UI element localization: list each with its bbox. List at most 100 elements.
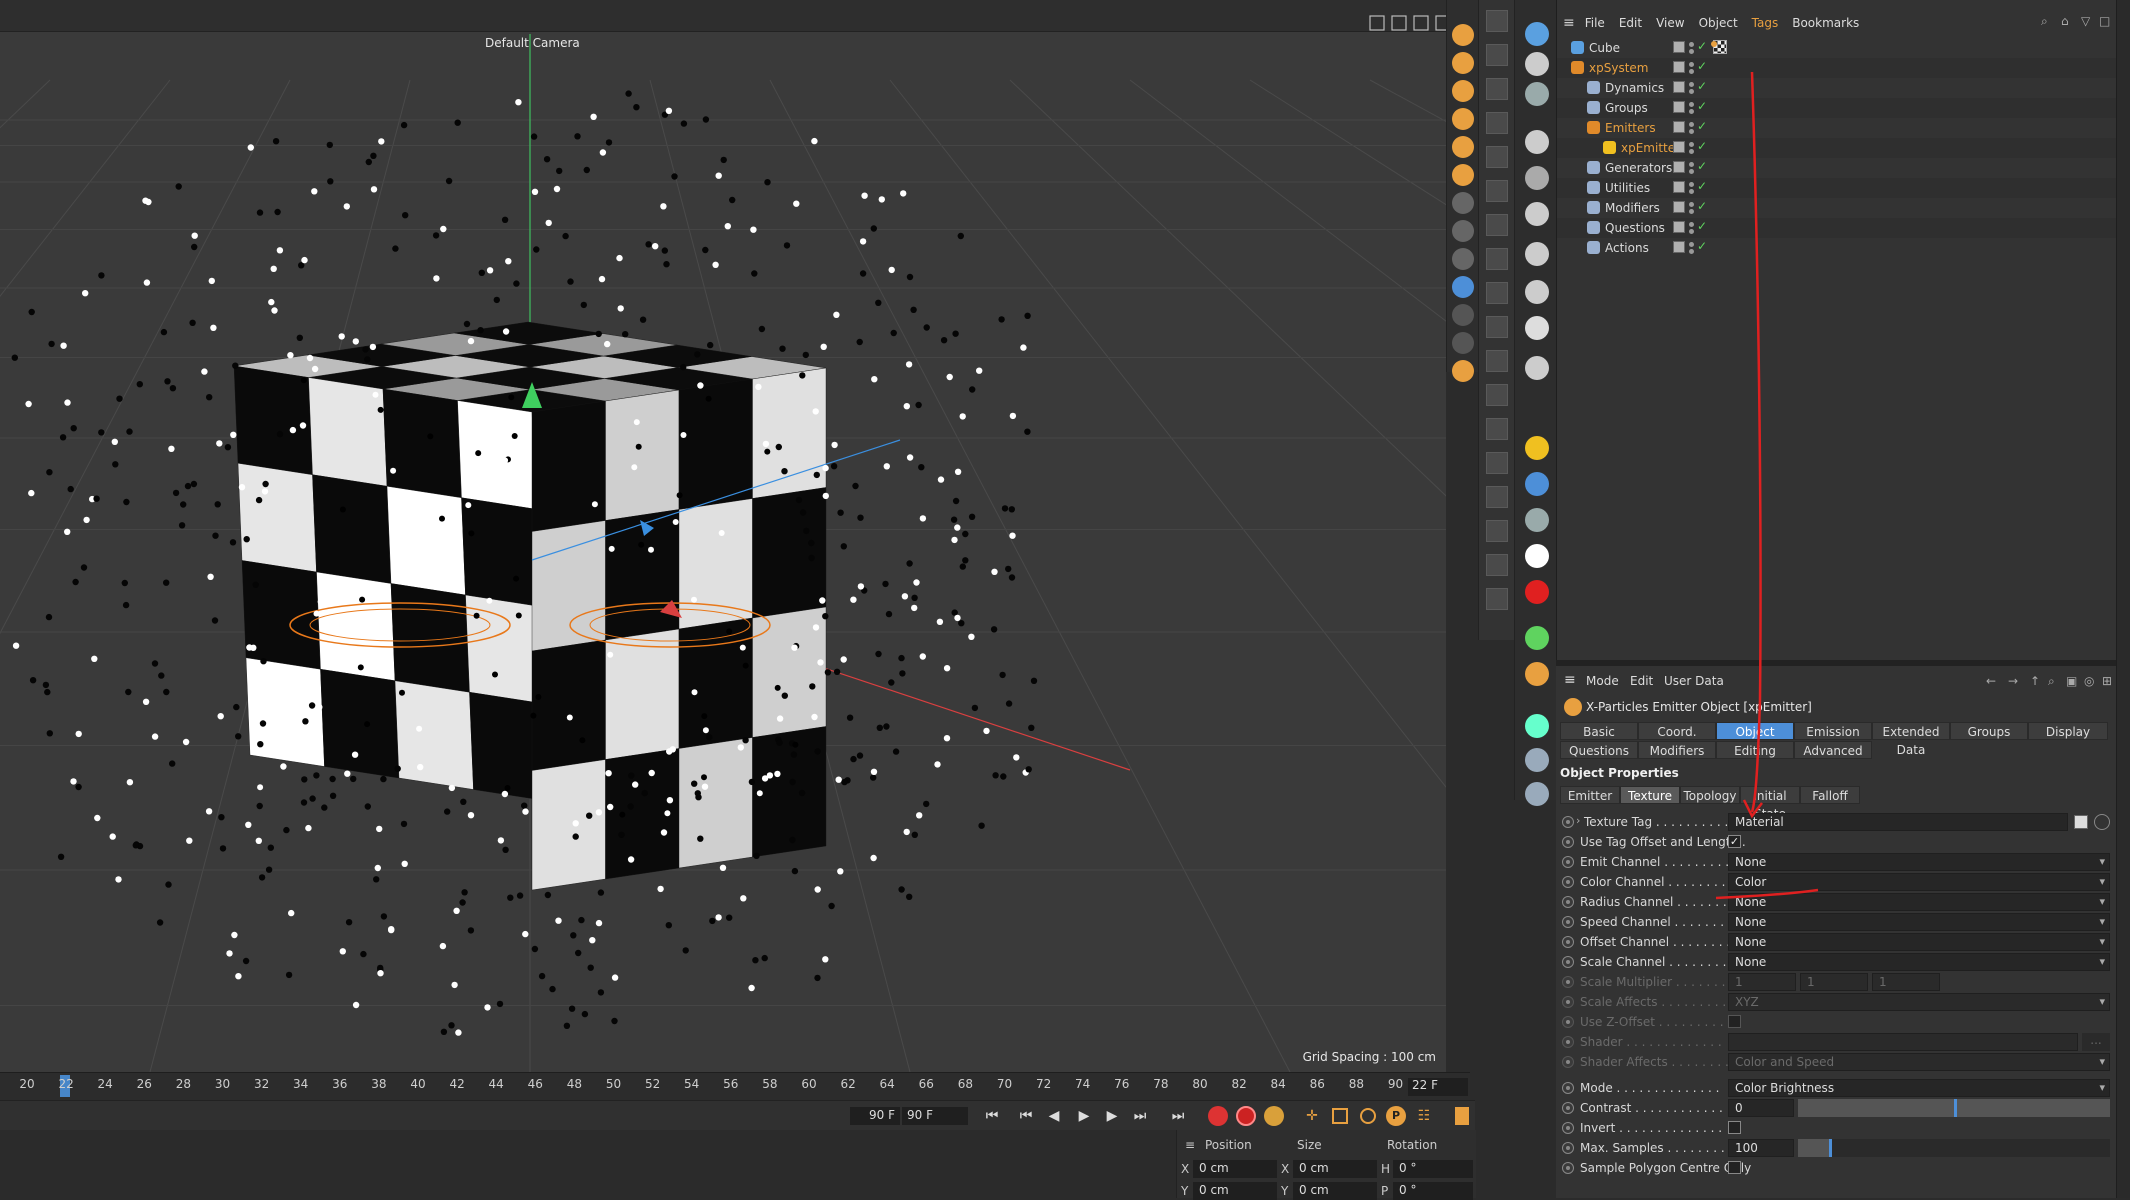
tab-emission[interactable]: Emission [1794,722,1872,740]
tab-editing[interactable]: Editing [1716,741,1794,759]
object-name[interactable]: Modifiers [1605,201,1660,215]
tab-advanced[interactable]: Advanced [1794,741,1872,759]
max-samples-field[interactable]: 100 [1728,1139,1794,1157]
subtab-falloff[interactable]: Falloff [1800,786,1860,804]
visibility-dots-icon[interactable] [1689,100,1697,116]
object-row[interactable]: Emitters ✓ [1557,118,2117,138]
enabled-check-icon[interactable]: ✓ [1697,59,1707,73]
link-menu-icon[interactable] [2094,814,2110,830]
timeline-ruler[interactable]: 20 22 24 26 28 30 32 34 36 38 40 42 44 46 48 50 52 54 56 58… [0,1072,1470,1100]
visibility-dots-icon[interactable] [1689,120,1697,136]
am-new-window-icon[interactable]: ⊞ [2102,674,2112,688]
end-frame-field-a[interactable]: 90 F [850,1107,900,1125]
viewport-tool-icon[interactable] [1452,332,1474,354]
object-row[interactable]: Cube ✓ [1557,38,2117,58]
object-palette-icon[interactable] [1525,166,1549,190]
mode-tool-icon[interactable] [1486,214,1508,236]
offset-channel-dropdown[interactable]: None [1728,933,2110,951]
scale-key-icon[interactable] [1328,1105,1352,1127]
subtab-initial-state[interactable]: Initial State [1740,786,1800,821]
max-samples-slider[interactable] [1798,1139,2110,1157]
anim-dot-icon[interactable] [1562,1162,1574,1174]
object-palette-icon[interactable] [1525,22,1549,46]
mode-tool-icon[interactable] [1486,10,1508,32]
viewport-tool-icon[interactable] [1452,80,1474,102]
om-new-window-icon[interactable]: □ [2099,14,2110,28]
om-menu-bookmarks[interactable]: Bookmarks [1792,16,1859,30]
scale-channel-dropdown[interactable]: None [1728,953,2110,971]
enabled-check-icon[interactable]: ✓ [1697,219,1707,233]
layer-toggle-icon[interactable] [1673,121,1685,133]
object-name[interactable]: xpSystem [1589,61,1648,75]
rot-h-field[interactable]: 0 ° [1393,1160,1473,1178]
enabled-check-icon[interactable]: ✓ [1697,179,1707,193]
end-frame-field-b[interactable]: 90 F [902,1107,968,1125]
object-palette-icon[interactable] [1525,316,1549,340]
layer-toggle-icon[interactable] [1673,81,1685,93]
viewport-tool-icon[interactable] [1452,304,1474,326]
object-row[interactable]: Dynamics ✓ [1557,78,2117,98]
enabled-check-icon[interactable]: ✓ [1697,139,1707,153]
object-palette-icon[interactable] [1525,662,1549,686]
object-palette-icon[interactable] [1525,782,1549,806]
om-menu-file[interactable]: File [1585,16,1605,30]
speed-channel-dropdown[interactable]: None [1728,913,2110,931]
visibility-dots-icon[interactable] [1689,200,1697,216]
radius-channel-dropdown[interactable]: None [1728,893,2110,911]
tab-basic[interactable]: Basic [1560,722,1638,740]
om-menu-view[interactable]: View [1656,16,1684,30]
mode-tool-icon[interactable] [1486,44,1508,66]
mode-tool-icon[interactable] [1486,282,1508,304]
mode-tool-icon[interactable] [1486,486,1508,508]
object-palette-icon[interactable] [1525,52,1549,76]
tab-object[interactable]: Object [1716,722,1794,740]
am-hamburger-icon[interactable]: ≡ [1564,672,1576,688]
mode-tool-icon[interactable] [1486,180,1508,202]
tab-modifiers[interactable]: Modifiers [1638,741,1716,759]
anim-dot-icon[interactable] [1562,1102,1574,1114]
size-x-field[interactable]: 0 cm [1293,1160,1377,1178]
layer-toggle-icon[interactable] [1673,181,1685,193]
rot-p-field[interactable]: 0 ° [1393,1182,1473,1200]
object-name[interactable]: Dynamics [1605,81,1664,95]
anim-dot-icon[interactable] [1562,1082,1574,1094]
prev-key-button[interactable]: ⏮ [1014,1105,1038,1127]
tab-display[interactable]: Display [2028,722,2108,740]
viewport-tool-icon[interactable] [1452,108,1474,130]
3d-viewport[interactable]: Default Camera Grid Spacing : 100 cm [0,0,1446,1072]
mode-tool-icon[interactable] [1486,384,1508,406]
viewport-tool-icon[interactable] [1452,52,1474,74]
anim-dot-icon[interactable] [1562,936,1574,948]
object-palette-icon[interactable] [1525,130,1549,154]
visibility-dots-icon[interactable] [1689,220,1697,236]
move-key-icon[interactable]: ✛ [1300,1105,1324,1127]
expand-arrow-icon[interactable]: › [1576,814,1580,827]
enabled-check-icon[interactable]: ✓ [1697,159,1707,173]
object-palette-icon[interactable] [1525,436,1549,460]
am-menu-mode[interactable]: Mode [1586,674,1619,688]
object-row[interactable]: Questions ✓ [1557,218,2117,238]
mode-tool-icon[interactable] [1486,78,1508,100]
subtab-topology[interactable]: Topology [1680,786,1740,804]
viewport-tool-icon[interactable] [1452,164,1474,186]
viewport-tool-icon[interactable] [1452,360,1474,382]
object-name[interactable]: Groups [1605,101,1648,115]
am-menu-user-data[interactable]: User Data [1664,674,1724,688]
forward-arrow-icon[interactable]: → [2008,674,2018,688]
visibility-dots-icon[interactable] [1689,180,1697,196]
object-palette-icon[interactable] [1525,626,1549,650]
grid-key-icon[interactable]: ☷ [1412,1105,1436,1127]
mode-tool-icon[interactable] [1486,146,1508,168]
autokey-button[interactable] [1234,1105,1258,1127]
side-tab-strip[interactable] [2116,0,2130,1198]
enabled-check-icon[interactable]: ✓ [1697,79,1707,93]
size-y-field[interactable]: 0 cm [1293,1182,1377,1200]
lock-icon[interactable]: ▣ [2066,674,2077,688]
object-row[interactable]: xpEmitter ✓ [1557,138,2117,158]
viewport-scene[interactable] [0,0,1446,1072]
layer-toggle-icon[interactable] [1673,161,1685,173]
mode-dropdown[interactable]: Color Brightness [1728,1079,2110,1097]
tab-coord[interactable]: Coord. [1638,722,1716,740]
mode-tool-icon[interactable] [1486,554,1508,576]
subtab-texture[interactable]: Texture [1620,786,1680,804]
